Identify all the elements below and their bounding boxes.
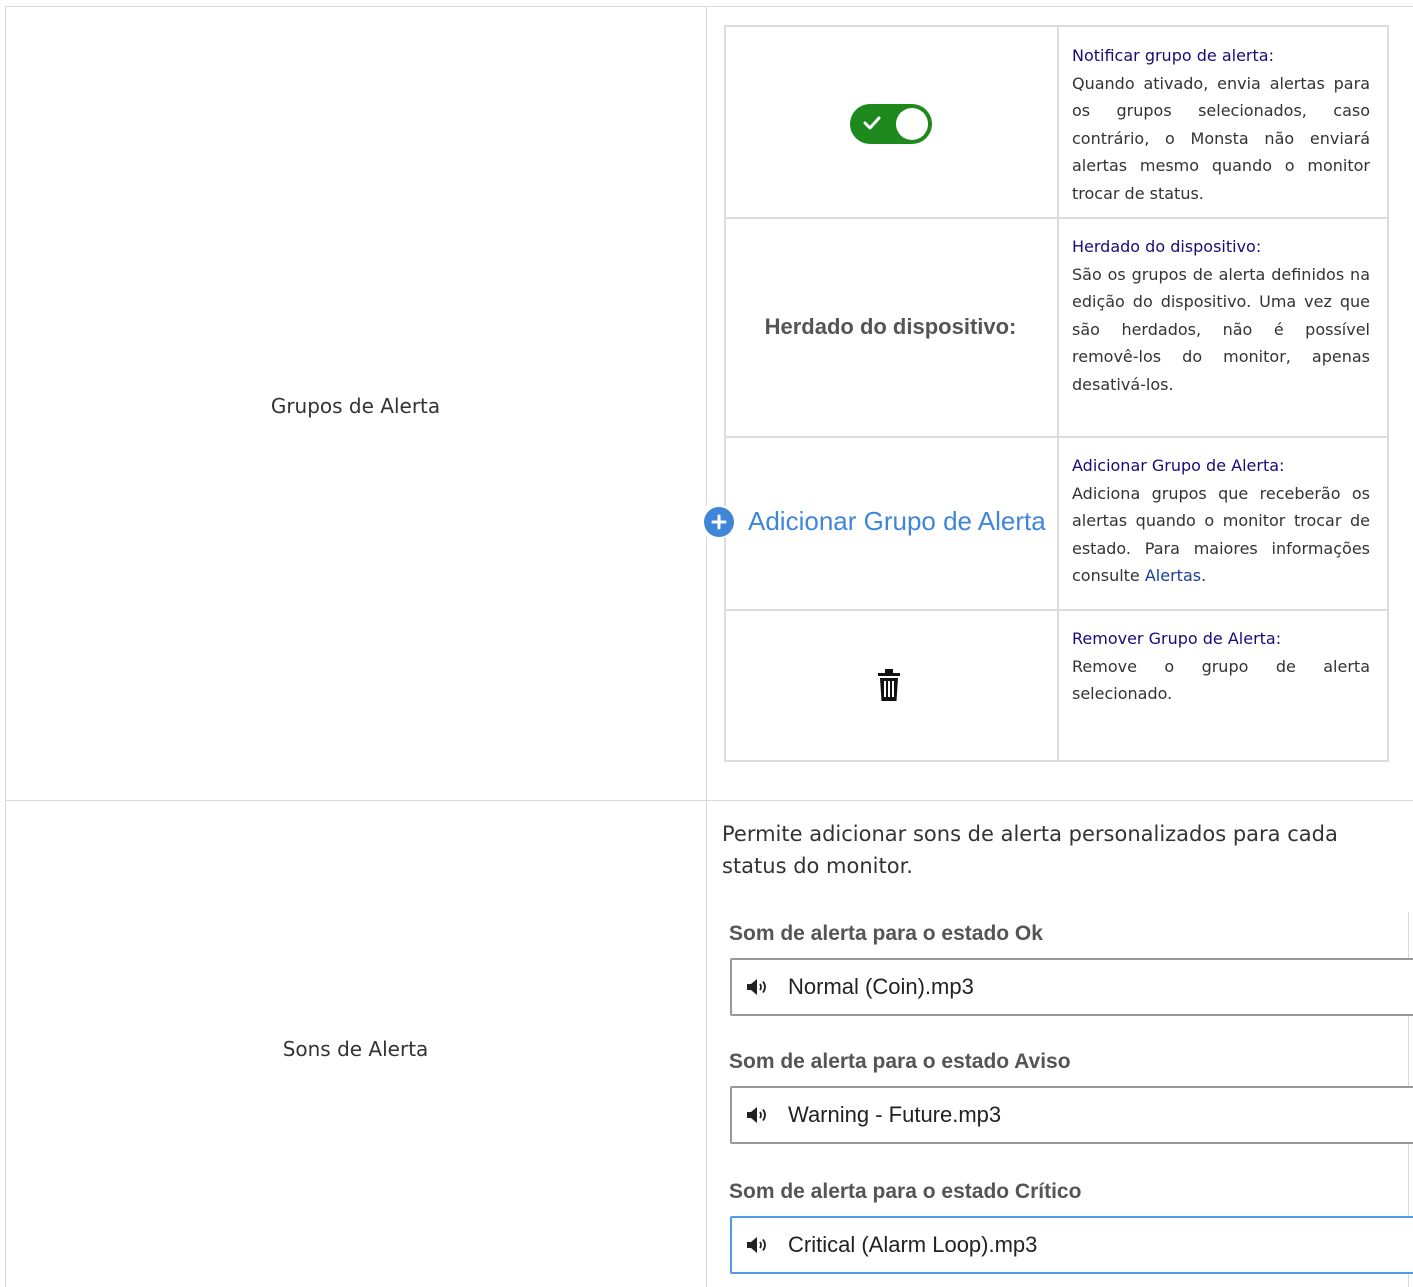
add-group-title: Adicionar Grupo de Alerta: [1072, 456, 1285, 475]
row-divider [5, 800, 1413, 801]
inherited-description: Herdado do dispositivo: São os grupos de… [1072, 233, 1370, 398]
add-alert-group-label: Adicionar Grupo de Alerta [748, 506, 1046, 536]
sound-select-critical[interactable]: Critical (Alarm Loop).mp3 [730, 1216, 1413, 1274]
notify-description: Notificar grupo de alerta: Quando ativad… [1072, 42, 1370, 207]
inherited-from-device-label: Herdado do dispositivo: [764, 314, 1017, 339]
alerts-link[interactable]: Alertas [1145, 566, 1201, 585]
notify-title: Notificar grupo de alerta: [1072, 46, 1274, 65]
sound-select-ok[interactable]: Normal (Coin).mp3 [730, 958, 1413, 1016]
row-label-alert-sounds: Sons de Alerta [282, 1037, 429, 1061]
add-alert-group-button[interactable]: Adicionar Grupo de Alerta [704, 506, 1046, 537]
sound-value-warning: Warning - Future.mp3 [788, 1102, 1002, 1127]
add-group-description: Adicionar Grupo de Alerta: Adiciona grup… [1072, 452, 1370, 590]
check-icon [863, 116, 881, 130]
toggle-knob [896, 108, 928, 140]
inherited-title: Herdado do dispositivo: [1072, 237, 1262, 256]
remove-group-text: Remove o grupo de alerta selecionado. [1072, 656, 1370, 704]
sound-value-critical: Critical (Alarm Loop).mp3 [788, 1232, 1038, 1257]
speaker-icon [747, 979, 766, 995]
add-group-text: Adiciona grupos que receberão os alertas… [1072, 483, 1370, 586]
notify-text: Quando ativado, envia alertas para os gr… [1072, 73, 1370, 203]
sound-label-ok: Som de alerta para o estado Ok [729, 922, 1043, 945]
column-divider [706, 6, 707, 1287]
alert-sounds-intro: Permite adicionar sons de alerta persona… [722, 822, 1338, 878]
sound-label-warning: Som de alerta para o estado Aviso [729, 1050, 1071, 1073]
speaker-icon [747, 1237, 766, 1253]
row-label-alert-groups: Grupos de Alerta [270, 394, 441, 418]
remove-group-title: Remover Grupo de Alerta: [1072, 629, 1282, 648]
remove-group-description: Remover Grupo de Alerta: Remove o grupo … [1072, 625, 1370, 708]
sound-select-warning[interactable]: Warning - Future.mp3 [730, 1086, 1413, 1144]
sound-value-ok: Normal (Coin).mp3 [788, 974, 974, 999]
plus-circle-icon [704, 506, 734, 537]
speaker-icon [747, 1107, 766, 1123]
notify-alert-group-toggle[interactable] [850, 104, 932, 144]
trash-icon[interactable] [878, 669, 900, 701]
sound-label-critical: Som de alerta para o estado Crítico [729, 1180, 1082, 1203]
inherited-text: São os grupos de alerta definidos na edi… [1072, 264, 1370, 394]
